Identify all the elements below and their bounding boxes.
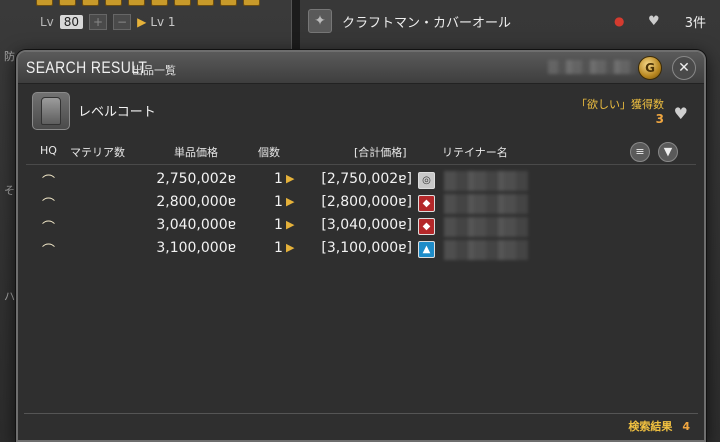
level-filter: Lv 80 + − ▶ Lv 1 [40, 14, 176, 30]
unit-price: 2,750,002ɐ [156, 171, 236, 187]
col-materia[interactable]: マテリア数 [70, 144, 125, 160]
town-icon: ▲ [418, 241, 435, 258]
pin-icon: ● [614, 14, 625, 28]
item-icon: ✦ [308, 9, 332, 33]
wish-count: 3 [655, 112, 664, 126]
footer-divider [24, 413, 698, 414]
footer-count: 4 [682, 420, 690, 433]
item-header: レベルコート 「欲しい」獲得数 3 ♥ [18, 84, 704, 140]
level-label: Lv [40, 15, 54, 29]
col-unit-price[interactable]: 単品価格 [174, 144, 218, 160]
quantity: 1 [274, 240, 283, 256]
unit-price: 2,800,000ɐ [156, 194, 236, 210]
town-icon: ◆ [418, 218, 435, 235]
listing-count: 3件 [684, 15, 706, 31]
level-minus-button[interactable]: − [113, 14, 132, 30]
gear-slot[interactable] [151, 0, 168, 6]
listing-row[interactable]: ⌒ 3,100,000ɐ 1 ▶ [3,100,000ɐ] ▲ [18, 238, 704, 261]
close-icon[interactable]: ✕ [672, 56, 696, 80]
level-plus-button[interactable]: + [89, 14, 108, 30]
gear-slot[interactable] [59, 0, 76, 6]
hq-icon: ⌒ [42, 175, 56, 190]
total-price: [2,800,000ɐ] [321, 194, 412, 210]
item-name: クラフトマン・カバーオール [342, 15, 512, 31]
town-icon: ◆ [418, 195, 435, 212]
arrow-right-icon: ▶ [137, 15, 147, 29]
hq-icon: ⌒ [42, 221, 56, 236]
side-label: ハ [4, 290, 15, 303]
town-icon: ◎ [418, 172, 435, 189]
quantity: 1 [274, 217, 283, 233]
listing-row[interactable]: ⌒ 2,800,000ɐ 1 ▶ [2,800,000ɐ] ◆ [18, 192, 704, 215]
gear-slot[interactable] [36, 0, 53, 6]
col-qty[interactable]: 個数 [258, 144, 280, 160]
side-label: そ [4, 184, 15, 197]
col-retainer[interactable]: リテイナー名 [442, 144, 508, 160]
arrow-right-icon: ▶ [286, 241, 295, 254]
arrow-right-icon: ▶ [286, 195, 295, 208]
hq-icon: ⌒ [42, 244, 56, 259]
arrow-right-icon: ▶ [286, 218, 295, 231]
col-hq[interactable]: HQ [40, 144, 57, 157]
gear-slot[interactable] [128, 0, 145, 6]
level-display: ▶ Lv 1 [137, 15, 176, 29]
level-input[interactable]: 80 [59, 15, 84, 29]
col-total[interactable]: [合計価格] [354, 144, 407, 160]
gear-slot[interactable] [174, 0, 191, 6]
column-header: HQ マテリア数 単品価格 個数 [合計価格] リテイナー名 ≡ ▼ [18, 140, 704, 164]
total-price: [2,750,002ɐ] [321, 171, 412, 187]
title-bar[interactable]: SEARCH RESULT 出品一覧 G ✕ [18, 52, 704, 84]
heart-icon[interactable]: ♥ [674, 104, 688, 123]
filter-icon[interactable]: ▼ [658, 142, 678, 162]
side-label: 防 [4, 50, 15, 63]
total-price: [3,040,000ɐ] [321, 217, 412, 233]
background-item-row[interactable]: ✦ クラフトマン・カバーオール ● ♥ 3件 [308, 6, 720, 36]
footer-label: 検索結果 [628, 420, 673, 433]
gil-icon: G [638, 56, 662, 80]
listing-table: ⌒ 2,750,002ɐ 1 ▶ [2,750,002ɐ] ◎ ⌒ 2,800,… [18, 165, 704, 261]
hq-icon: ⌒ [42, 198, 56, 213]
window-title: SEARCH RESULT [26, 57, 148, 77]
retainer-name-blurred [444, 217, 528, 237]
retainer-name-blurred [444, 240, 528, 260]
unit-price: 3,040,000ɐ [156, 217, 236, 233]
gear-slot[interactable] [243, 0, 260, 6]
listing-row[interactable]: ⌒ 3,040,000ɐ 1 ▶ [3,040,000ɐ] ◆ [18, 215, 704, 238]
heart-icon[interactable]: ♥ [648, 14, 660, 29]
gear-slot[interactable] [220, 0, 237, 6]
quantity: 1 [274, 171, 283, 187]
quantity: 1 [274, 194, 283, 210]
gear-slot[interactable] [105, 0, 122, 6]
arrow-right-icon: ▶ [286, 172, 295, 185]
sort-icon[interactable]: ≡ [630, 142, 650, 162]
blurred-name [548, 60, 636, 74]
item-name: レベルコート [78, 105, 156, 120]
retainer-name-blurred [444, 194, 528, 214]
coat-icon [41, 97, 61, 125]
search-result-footer: 検索結果 4 [628, 418, 690, 434]
retainer-name-blurred [444, 171, 528, 191]
wish-label: 「欲しい」獲得数 [576, 98, 664, 111]
gear-slots [36, 0, 260, 6]
gear-slot[interactable] [197, 0, 214, 6]
gear-slot[interactable] [82, 0, 99, 6]
listing-row[interactable]: ⌒ 2,750,002ɐ 1 ▶ [2,750,002ɐ] ◎ [18, 169, 704, 192]
search-result-window: SEARCH RESULT 出品一覧 G ✕ レベルコート 「欲しい」獲得数 3… [16, 50, 706, 442]
item-icon[interactable] [32, 92, 70, 130]
unit-price: 3,100,000ɐ [156, 240, 236, 256]
total-price: [3,100,000ɐ] [321, 240, 412, 256]
